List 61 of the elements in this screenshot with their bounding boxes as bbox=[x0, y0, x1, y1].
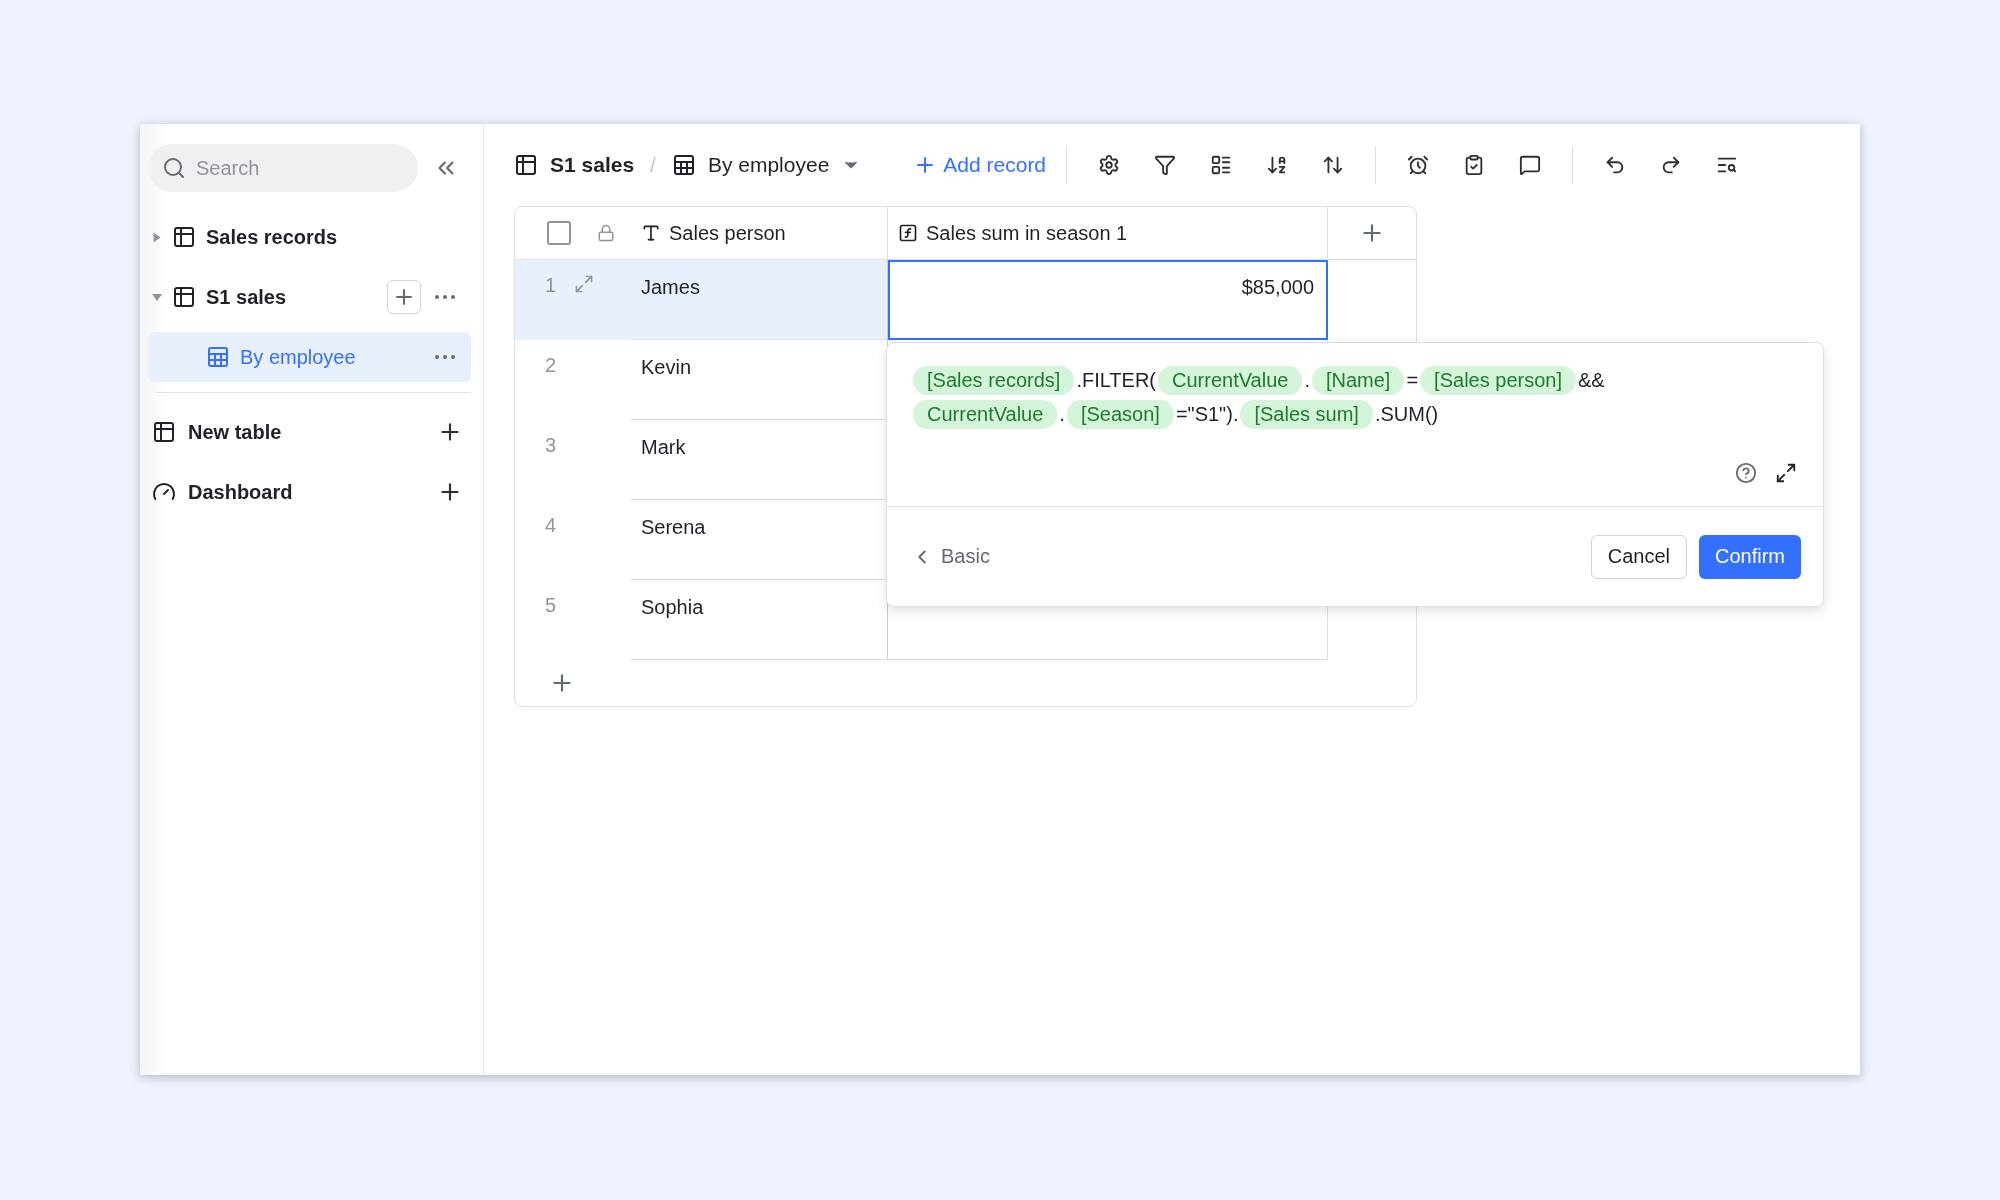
table-cell: Kevin bbox=[631, 340, 888, 420]
sidebar-item[interactable]: By employee bbox=[148, 332, 471, 382]
list-icon bbox=[1210, 154, 1233, 176]
breadcrumb-separator: / bbox=[650, 153, 656, 177]
sidebar-item[interactable]: S1 sales bbox=[148, 272, 471, 322]
row-number: 1 bbox=[545, 274, 557, 297]
search-icon bbox=[162, 156, 186, 180]
table-icon bbox=[172, 285, 196, 309]
formula-text: .FILTER( bbox=[1076, 368, 1157, 392]
formula-text: .SUM() bbox=[1374, 402, 1439, 426]
formula-text: && bbox=[1577, 368, 1605, 392]
alarm-clock-icon bbox=[1407, 154, 1430, 176]
column-header[interactable]: Sales sum in season 1 bbox=[926, 221, 1128, 245]
comment-icon bbox=[1519, 154, 1542, 176]
selected-cell: $85,000 bbox=[888, 260, 1328, 340]
back-button[interactable]: Basic bbox=[911, 545, 990, 568]
field-token[interactable]: CurrentValue bbox=[1158, 365, 1303, 395]
field-token[interactable]: [Sales sum] bbox=[1240, 399, 1373, 429]
text-field-icon bbox=[641, 223, 661, 243]
gear-icon bbox=[1098, 154, 1121, 176]
table-icon bbox=[152, 420, 176, 444]
formula-text: . bbox=[1059, 402, 1065, 426]
confirm-button[interactable]: Confirm bbox=[1699, 534, 1801, 579]
help-icon bbox=[1735, 462, 1757, 484]
section-label: Dashboard bbox=[188, 480, 294, 504]
formula-icon bbox=[898, 223, 918, 243]
more-icon bbox=[435, 295, 455, 299]
row-number: 4 bbox=[545, 514, 557, 537]
more-icon bbox=[435, 355, 455, 359]
formula-text: ="S1"). bbox=[1175, 402, 1239, 426]
row-number: 5 bbox=[545, 594, 557, 617]
select-all-checkbox[interactable] bbox=[547, 221, 571, 245]
filter-icon bbox=[1154, 154, 1177, 176]
view-dropdown[interactable]: By employee bbox=[671, 153, 862, 177]
formula-text: = bbox=[1406, 368, 1419, 392]
caret-icon bbox=[153, 232, 161, 242]
column-header[interactable]: Sales person bbox=[669, 221, 786, 245]
search-field[interactable]: Search bbox=[148, 144, 418, 192]
section-label: New table bbox=[188, 420, 283, 444]
row-number: 2 bbox=[545, 354, 557, 377]
cancel-button[interactable]: Cancel bbox=[1590, 534, 1687, 579]
lock-icon bbox=[597, 224, 615, 242]
expand-icon bbox=[1775, 462, 1797, 484]
field-token[interactable]: [Name] bbox=[1311, 365, 1405, 395]
table-icon bbox=[514, 153, 538, 177]
table-cell: James bbox=[631, 260, 888, 340]
field-token[interactable]: [Season] bbox=[1066, 399, 1174, 429]
row-number: 3 bbox=[545, 434, 557, 457]
field-token[interactable]: CurrentValue bbox=[913, 399, 1058, 429]
caret-icon bbox=[152, 293, 162, 301]
table-icon bbox=[172, 225, 196, 249]
expand-icon[interactable] bbox=[574, 274, 595, 294]
field-token[interactable]: [Sales records] bbox=[913, 365, 1075, 395]
add-record-button[interactable]: Add record bbox=[913, 153, 1047, 177]
grid-view-icon bbox=[206, 345, 230, 369]
formula-text: . bbox=[1304, 368, 1310, 392]
table-title: S1 sales bbox=[550, 153, 635, 177]
row-height-icon bbox=[1322, 154, 1345, 176]
sidebar-item[interactable]: Sales records bbox=[148, 212, 471, 262]
grid-view-icon bbox=[671, 153, 696, 177]
field-token[interactable]: [Sales person] bbox=[1420, 365, 1576, 395]
